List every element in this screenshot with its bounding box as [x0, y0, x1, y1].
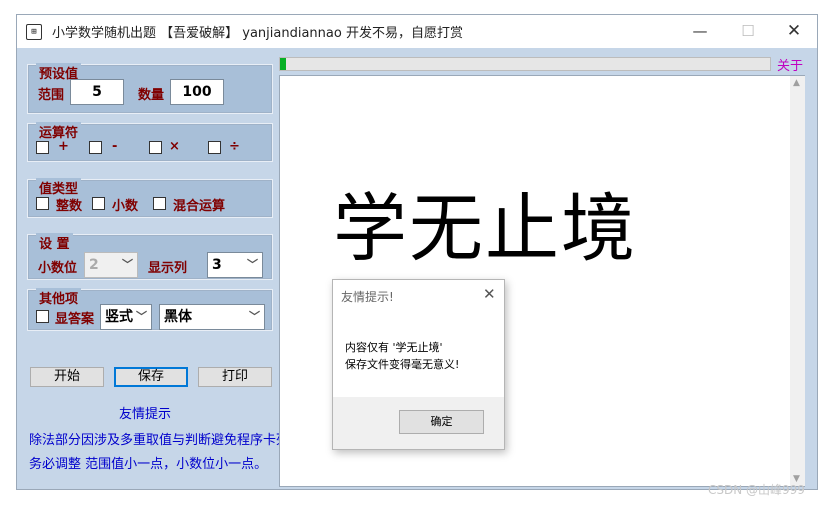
about-link[interactable]: 关于	[777, 55, 803, 74]
chevron-down-icon: ﹀	[122, 258, 133, 271]
integer-checkbox[interactable]	[36, 197, 49, 210]
dialog-message-line-2: 保存文件变得毫无意义!	[345, 358, 460, 371]
value-type-group: 值类型 整数 小数 混合运算	[27, 178, 273, 218]
minus-checkbox[interactable]	[89, 141, 102, 154]
chevron-down-icon: ﹀	[249, 310, 260, 323]
multiply-label: ×	[169, 139, 180, 154]
title-bar: ⊞ 小学数学随机出题 【吾爱破解】 yanjiandiannao 开发不易，自愿…	[17, 15, 817, 48]
dialog-footer: 确定	[333, 397, 504, 449]
plus-label: +	[58, 139, 69, 154]
close-button[interactable]: ✕	[771, 15, 817, 48]
progress-bar	[279, 57, 771, 71]
scroll-up-icon[interactable]: ▲	[793, 78, 800, 88]
tips-line-1: 除法部分因涉及多重取值与判断避免程序卡死	[29, 433, 290, 448]
minimize-button[interactable]: —	[677, 15, 723, 48]
vertical-scrollbar[interactable]: ▲ ▼	[790, 76, 805, 486]
tips-title: 友情提示	[119, 407, 172, 422]
count-input[interactable]: 100	[170, 79, 224, 105]
columns-value: 3	[212, 257, 222, 273]
chevron-down-icon: ﹀	[136, 310, 147, 323]
calculator-icon: ⊞	[26, 23, 42, 40]
mixed-label: 混合运算	[173, 199, 226, 214]
integer-label: 整数	[56, 199, 83, 214]
ok-button[interactable]: 确定	[399, 410, 484, 434]
decimal-label: 小数	[112, 199, 139, 214]
save-button[interactable]: 保存	[114, 367, 188, 387]
dialog-message-line-1: 内容仅有 '学无止境'	[345, 341, 443, 354]
decimal-places-label: 小数位	[38, 261, 78, 276]
dialog-title: 友情提示!	[341, 290, 394, 304]
others-group-title: 其他项	[36, 288, 82, 307]
columns-select[interactable]: 3 ﹀	[207, 252, 263, 278]
plus-checkbox[interactable]	[36, 141, 49, 154]
display-text: 学无止境	[333, 186, 637, 272]
progress-fill	[280, 58, 286, 70]
decimal-checkbox[interactable]	[92, 197, 105, 210]
settings-group: 设 置 小数位 2 ﹀ 显示列 3 ﹀	[27, 233, 273, 280]
decimal-places-value: 2	[89, 257, 99, 273]
show-answer-label: 显答案	[55, 312, 95, 327]
print-button[interactable]: 打印	[198, 367, 272, 387]
dialog-close-icon[interactable]: ✕	[483, 285, 496, 303]
watermark: CSDN @山峰999	[708, 483, 805, 497]
others-group: 其他项 显答案 竖式 ﹀ 黑体 ﹀	[27, 288, 273, 331]
font-value: 黑体	[164, 309, 192, 325]
divide-checkbox[interactable]	[208, 141, 221, 154]
decimal-places-select: 2 ﹀	[84, 252, 138, 278]
tips-line-2: 务必调整 范围值小一点，小数位小一点。	[29, 457, 268, 472]
layout-value: 竖式	[105, 309, 133, 325]
maximize-button: ☐	[741, 22, 755, 40]
left-panel: 预设值 范围 5 数量 100 运算符 + - × ÷ 值类型 整数 小数 混合…	[17, 48, 289, 489]
preset-group: 预设值 范围 5 数量 100	[27, 63, 273, 114]
range-input[interactable]: 5	[70, 79, 124, 105]
range-label: 范围	[38, 88, 65, 103]
font-select[interactable]: 黑体 ﹀	[159, 304, 265, 330]
columns-label: 显示列	[148, 261, 188, 276]
divide-label: ÷	[229, 139, 240, 154]
settings-group-title: 设 置	[36, 233, 73, 252]
operators-group: 运算符 + - × ÷	[27, 122, 273, 162]
minus-label: -	[112, 139, 118, 154]
count-label: 数量	[138, 88, 165, 103]
multiply-checkbox[interactable]	[149, 141, 162, 154]
window-title: 小学数学随机出题 【吾爱破解】 yanjiandiannao 开发不易，自愿打赏	[52, 26, 463, 41]
chevron-down-icon: ﹀	[247, 258, 258, 271]
start-button[interactable]: 开始	[30, 367, 104, 387]
notice-dialog: 友情提示! ✕ 内容仅有 '学无止境' 保存文件变得毫无意义! 确定	[332, 279, 505, 450]
layout-select[interactable]: 竖式 ﹀	[100, 304, 152, 330]
mixed-checkbox[interactable]	[153, 197, 166, 210]
show-answer-checkbox[interactable]	[36, 310, 49, 323]
